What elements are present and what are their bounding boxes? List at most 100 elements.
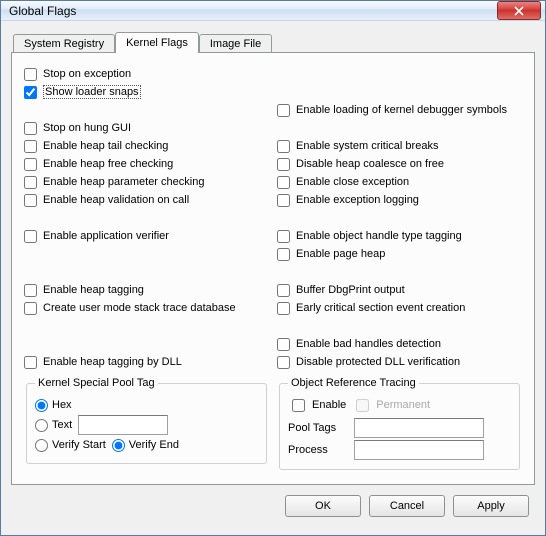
chk-close-exception-box[interactable] [277, 176, 290, 189]
chk-heap-valid-box[interactable] [24, 194, 37, 207]
apply-button[interactable]: Apply [453, 495, 529, 517]
radio-verify-start-input[interactable] [35, 439, 48, 452]
chk-disable-coalesce-box[interactable] [277, 158, 290, 171]
chk-bad-handles[interactable]: Enable bad handles detection [277, 335, 522, 353]
chk-heap-valid-label: Enable heap validation on call [43, 194, 189, 206]
chk-heap-valid[interactable]: Enable heap validation on call [24, 191, 269, 209]
radio-verify-start-label: Verify Start [52, 439, 106, 451]
close-button[interactable] [497, 1, 541, 20]
chk-app-verifier-label: Enable application verifier [43, 230, 169, 242]
chk-kernel-dbg-sym-box[interactable] [277, 104, 290, 117]
cancel-button[interactable]: Cancel [369, 495, 445, 517]
chk-disable-dll-verif[interactable]: Disable protected DLL verification [277, 353, 522, 371]
ort-pool-tags-label: Pool Tags [288, 422, 348, 434]
chk-heap-tagging-label: Enable heap tagging [43, 284, 144, 296]
tab-system-registry[interactable]: System Registry [13, 34, 115, 53]
chk-buffer-dbgprint-label: Buffer DbgPrint output [296, 284, 405, 296]
chk-heap-param[interactable]: Enable heap parameter checking [24, 173, 269, 191]
right-column: Enable loading of kernel debugger symbol… [277, 65, 522, 472]
radio-verify-end-label: Verify End [129, 439, 179, 451]
chk-kernel-dbg-sym-label: Enable loading of kernel debugger symbol… [296, 104, 507, 116]
button-bar: OK Cancel Apply [11, 485, 535, 525]
chk-stop-hung-gui-box[interactable] [24, 122, 37, 135]
chk-close-exception-label: Enable close exception [296, 176, 409, 188]
radio-verify-start[interactable]: Verify Start [35, 439, 106, 452]
tabstrip: System Registry Kernel Flags Image File [13, 32, 535, 53]
chk-heap-tag-dll-label: Enable heap tagging by DLL [43, 356, 182, 368]
chk-page-heap-label: Enable page heap [296, 248, 385, 260]
chk-show-loader-snaps-box[interactable] [24, 86, 37, 99]
chk-early-critsec-label: Early critical section event creation [296, 302, 465, 314]
chk-disable-dll-verif-label: Disable protected DLL verification [296, 356, 460, 368]
radio-text[interactable]: Text [35, 419, 72, 432]
chk-heap-free[interactable]: Enable heap free checking [24, 155, 269, 173]
ok-button[interactable]: OK [285, 495, 361, 517]
pool-tag-input[interactable] [78, 415, 168, 435]
chk-ort-enable[interactable]: Enable [288, 396, 346, 415]
chk-heap-tagging[interactable]: Enable heap tagging [24, 281, 269, 299]
chk-heap-tag-dll[interactable]: Enable heap tagging by DLL [24, 353, 269, 371]
chk-heap-tag-dll-box[interactable] [24, 356, 37, 369]
chk-obj-handle-tag-label: Enable object handle type tagging [296, 230, 462, 242]
chk-ort-enable-box[interactable] [292, 399, 305, 412]
chk-early-critsec[interactable]: Early critical section event creation [277, 299, 522, 317]
chk-disable-coalesce[interactable]: Disable heap coalesce on free [277, 155, 522, 173]
chk-ort-enable-label: Enable [312, 399, 346, 411]
group-kernel-special-pool-tag: Kernel Special Pool Tag Hex Text [26, 377, 267, 464]
chk-sys-crit-breaks-label: Enable system critical breaks [296, 140, 438, 152]
chk-exception-logging[interactable]: Enable exception logging [277, 191, 522, 209]
window-frame: Global Flags System Registry Kernel Flag… [0, 0, 546, 536]
chk-bad-handles-label: Enable bad handles detection [296, 338, 441, 350]
radio-verify-end[interactable]: Verify End [112, 439, 179, 452]
group-ort-legend: Object Reference Tracing [288, 377, 419, 389]
chk-heap-tail-box[interactable] [24, 140, 37, 153]
chk-bad-handles-box[interactable] [277, 338, 290, 351]
chk-ort-permanent: Permanent [352, 396, 430, 415]
ort-process-label: Process [288, 444, 348, 456]
left-column: Stop on exception Show loader snaps Stop… [24, 65, 269, 472]
chk-user-stack-db[interactable]: Create user mode stack trace database [24, 299, 269, 317]
chk-buffer-dbgprint-box[interactable] [277, 284, 290, 297]
group-kernel-special-pool-tag-legend: Kernel Special Pool Tag [35, 377, 158, 389]
chk-sys-crit-breaks-box[interactable] [277, 140, 290, 153]
chk-app-verifier[interactable]: Enable application verifier [24, 227, 269, 245]
chk-early-critsec-box[interactable] [277, 302, 290, 315]
chk-app-verifier-box[interactable] [24, 230, 37, 243]
chk-obj-handle-tag-box[interactable] [277, 230, 290, 243]
chk-disable-dll-verif-box[interactable] [277, 356, 290, 369]
chk-stop-hung-gui-label: Stop on hung GUI [43, 122, 131, 134]
chk-page-heap-box[interactable] [277, 248, 290, 261]
radio-hex[interactable]: Hex [35, 399, 72, 412]
chk-obj-handle-tag[interactable]: Enable object handle type tagging [277, 227, 522, 245]
chk-heap-tagging-box[interactable] [24, 284, 37, 297]
chk-heap-free-box[interactable] [24, 158, 37, 171]
tab-image-file[interactable]: Image File [199, 34, 272, 53]
radio-text-input[interactable] [35, 419, 48, 432]
chk-heap-param-box[interactable] [24, 176, 37, 189]
chk-ort-permanent-box [356, 399, 369, 412]
group-object-reference-tracing: Object Reference Tracing Enable Permanen… [279, 377, 520, 470]
chk-page-heap[interactable]: Enable page heap [277, 245, 522, 263]
close-icon [514, 6, 524, 16]
ort-pool-tags-input[interactable] [354, 418, 484, 438]
chk-stop-hung-gui[interactable]: Stop on hung GUI [24, 119, 269, 137]
chk-heap-tail-label: Enable heap tail checking [43, 140, 168, 152]
radio-verify-end-input[interactable] [112, 439, 125, 452]
chk-sys-crit-breaks[interactable]: Enable system critical breaks [277, 137, 522, 155]
radio-hex-label: Hex [52, 399, 72, 411]
tab-kernel-flags[interactable]: Kernel Flags [115, 32, 199, 53]
chk-ort-permanent-label: Permanent [376, 399, 430, 411]
chk-heap-param-label: Enable heap parameter checking [43, 176, 204, 188]
chk-stop-exception[interactable]: Stop on exception [24, 65, 269, 83]
chk-exception-logging-box[interactable] [277, 194, 290, 207]
chk-show-loader-snaps[interactable]: Show loader snaps [24, 83, 269, 101]
chk-user-stack-db-box[interactable] [24, 302, 37, 315]
ort-process-input[interactable] [354, 440, 484, 460]
chk-close-exception[interactable]: Enable close exception [277, 173, 522, 191]
chk-heap-tail[interactable]: Enable heap tail checking [24, 137, 269, 155]
titlebar[interactable]: Global Flags [1, 1, 545, 21]
chk-stop-exception-box[interactable] [24, 68, 37, 81]
radio-hex-input[interactable] [35, 399, 48, 412]
chk-buffer-dbgprint[interactable]: Buffer DbgPrint output [277, 281, 522, 299]
chk-kernel-dbg-sym[interactable]: Enable loading of kernel debugger symbol… [277, 101, 522, 119]
